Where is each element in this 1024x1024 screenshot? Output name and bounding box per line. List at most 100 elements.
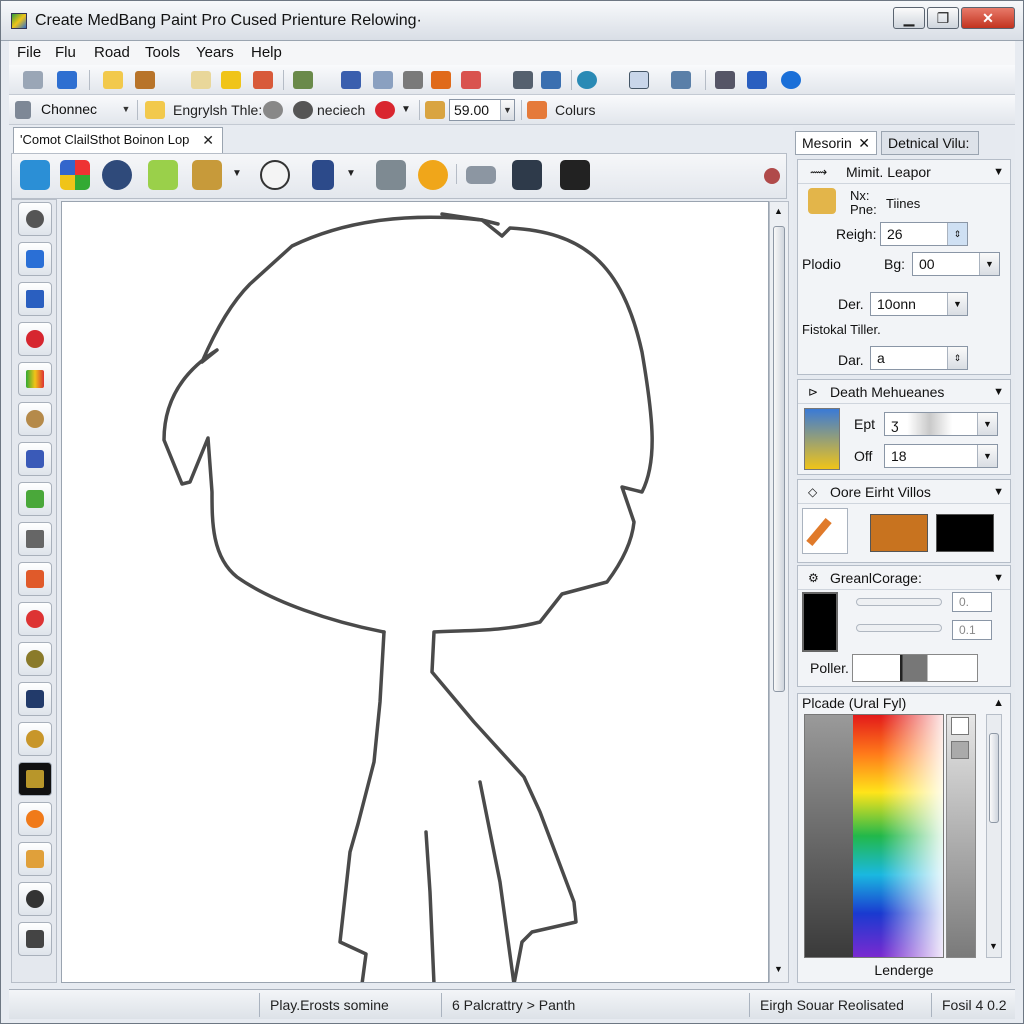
tool-cog[interactable] (18, 642, 52, 676)
tool-brush[interactable] (18, 842, 52, 876)
circle-gray-icon[interactable] (263, 101, 283, 119)
star-blue-icon[interactable] (747, 71, 767, 89)
puzzle-icon[interactable] (461, 71, 481, 89)
wrench-icon[interactable] (671, 71, 691, 89)
scroll-thumb[interactable] (773, 226, 785, 692)
slider-2-value[interactable]: 0.1 (952, 620, 992, 640)
off-select[interactable]: 18 ▼ (884, 444, 998, 468)
stack-icon[interactable] (541, 71, 561, 89)
tool-face[interactable] (18, 802, 52, 836)
windows-grid-icon[interactable] (60, 160, 90, 190)
layers-icon[interactable] (253, 71, 273, 89)
tool-camera[interactable] (18, 922, 52, 956)
star-icon[interactable] (431, 71, 451, 89)
dar-input[interactable]: a ⇕ (870, 346, 968, 370)
battery-icon[interactable] (312, 160, 334, 190)
der-select[interactable]: 10onn ▼ (870, 292, 968, 316)
white-swatch[interactable] (951, 717, 969, 735)
print-icon[interactable] (23, 71, 43, 89)
general-section-header[interactable]: ⚙ GreanlCorage: ▼ (798, 566, 1010, 590)
tool-frame[interactable] (18, 762, 52, 796)
menu-road[interactable]: Road (94, 44, 130, 61)
palette-scroll-thumb[interactable] (989, 733, 999, 823)
save-icon[interactable] (57, 71, 77, 89)
document-tab[interactable]: 'Comot ClailSthot Boinon Lop ✕ (13, 127, 223, 153)
slider-1-value[interactable]: 0. (952, 592, 992, 612)
bag-icon[interactable] (560, 160, 590, 190)
scissors-icon[interactable] (403, 71, 423, 89)
bucket-icon[interactable] (425, 101, 445, 119)
cursor-icon[interactable] (629, 71, 649, 89)
info-icon[interactable] (781, 71, 801, 89)
maximize-button[interactable]: ❐ (927, 7, 959, 29)
palette-grid-icon[interactable] (148, 160, 178, 190)
canvas-vertical-scrollbar[interactable]: ▲ ▼ (769, 201, 789, 983)
depth-section-header[interactable]: ⊳ Death Mehueanes ▼ (798, 380, 1010, 404)
tool-leaf-brush[interactable] (18, 482, 52, 516)
tab-detnical[interactable]: Detnical Vilu: (881, 131, 979, 155)
note-icon[interactable] (103, 71, 123, 89)
color-preview-swatch[interactable] (802, 592, 838, 652)
tool-disc[interactable] (18, 882, 52, 916)
primary-color-swatch[interactable] (870, 514, 928, 552)
tool-marker[interactable] (18, 442, 52, 476)
menu-help[interactable]: Help (251, 44, 282, 61)
list-icon[interactable] (221, 71, 241, 89)
gray-swatch[interactable] (951, 741, 969, 759)
tool-sunburst[interactable] (18, 722, 52, 756)
bg-select[interactable]: 00 ▼ (912, 252, 1000, 276)
spinner-icon[interactable]: ⇕ (947, 223, 967, 245)
color-spectrum-picker[interactable] (804, 714, 944, 958)
grid-icon[interactable] (191, 71, 211, 89)
tool-eraser[interactable] (18, 522, 52, 556)
grayscale-strip[interactable] (946, 714, 976, 958)
tool-balloon[interactable] (18, 602, 52, 636)
poller-gradient-bar[interactable] (852, 654, 978, 682)
menu-tools[interactable]: Tools (145, 44, 180, 61)
drawing-canvas[interactable] (61, 201, 769, 983)
clock-icon[interactable] (260, 160, 290, 190)
tool-target[interactable] (18, 322, 52, 356)
pin-small-icon[interactable] (764, 168, 780, 184)
scroll-down-icon[interactable]: ▼ (989, 941, 998, 951)
plug-icon[interactable] (466, 166, 496, 184)
channel-combo[interactable]: Chonnec ▼ (37, 99, 133, 121)
value-field[interactable]: 59.00 ▼ (449, 99, 515, 121)
secondary-color-swatch[interactable] (936, 514, 994, 552)
tool-pen[interactable] (18, 242, 52, 276)
scroll-up-icon[interactable]: ▲ (774, 206, 783, 216)
chevron-down-icon[interactable]: ▼ (346, 168, 356, 179)
close-button[interactable]: ✕ (961, 7, 1015, 29)
chevron-down-icon[interactable]: ▼ (232, 168, 242, 179)
pencil-tool-button[interactable] (802, 508, 848, 554)
tool-syringe[interactable] (18, 562, 52, 596)
spinner-icon[interactable]: ⇕ (947, 347, 967, 369)
pin-icon[interactable] (513, 71, 533, 89)
tool-feather[interactable] (18, 682, 52, 716)
sun-gear-icon[interactable] (418, 160, 448, 190)
colours-label[interactable]: Colurs (555, 102, 595, 118)
close-tab-icon[interactable]: ✕ (858, 132, 870, 154)
globe-icon[interactable] (577, 71, 597, 89)
record-icon[interactable] (375, 101, 395, 119)
tool-books[interactable] (18, 362, 52, 396)
palette-scrollbar[interactable]: ▼ (986, 714, 1002, 958)
gear-icon[interactable] (715, 71, 735, 89)
refresh-icon[interactable] (102, 160, 132, 190)
scroll-down-icon[interactable]: ▼ (774, 964, 783, 974)
menu-flu[interactable]: Flu (55, 44, 76, 61)
broom-icon[interactable] (192, 160, 222, 190)
palette-icon[interactable] (527, 101, 547, 119)
image-icon[interactable] (135, 71, 155, 89)
slider-1[interactable] (856, 598, 942, 606)
folder-blue-icon[interactable] (20, 160, 50, 190)
knob-icon[interactable] (293, 101, 313, 119)
minimize-button[interactable]: ▁ (893, 7, 925, 29)
tab-mesorin[interactable]: Mesorin ✕ (795, 131, 877, 155)
folder-icon[interactable] (145, 101, 165, 119)
slider-2[interactable] (856, 624, 942, 632)
zoom-icon[interactable] (373, 71, 393, 89)
select-icon[interactable] (293, 71, 313, 89)
camera-icon[interactable] (512, 160, 542, 190)
menu-file[interactable]: File (17, 44, 41, 61)
